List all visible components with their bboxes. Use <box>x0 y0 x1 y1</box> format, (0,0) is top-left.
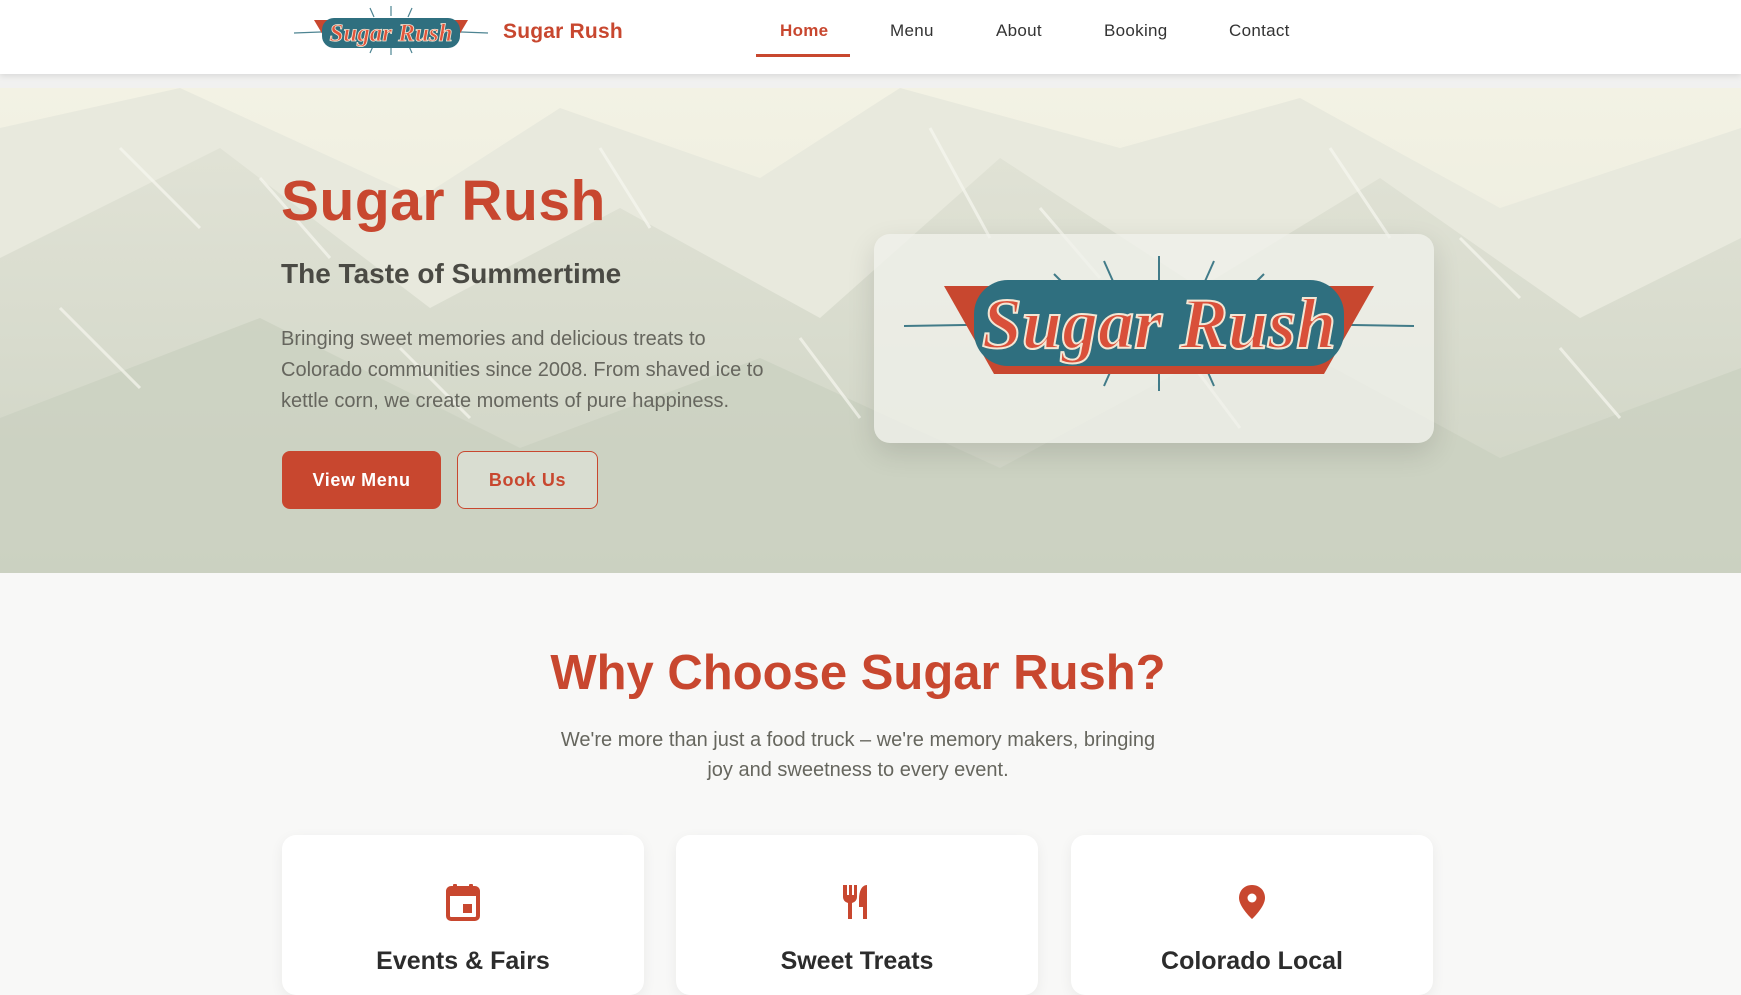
sugar-rush-logo: Sugar Rush <box>904 256 1414 391</box>
brand-name[interactable]: Sugar Rush <box>503 20 623 44</box>
feature-card-local: Colorado Local <box>1071 835 1433 995</box>
utensils-icon <box>842 885 867 919</box>
hero-subtitle: The Taste of Summertime <box>281 258 622 289</box>
nav-about[interactable]: About <box>996 21 1042 57</box>
svg-text:Sugar Rush: Sugar Rush <box>982 284 1336 364</box>
card-title: Sweet Treats <box>780 947 934 975</box>
nav-booking[interactable]: Booking <box>1104 21 1168 57</box>
active-nav-indicator <box>756 54 850 57</box>
site-header: Sugar Rush Sugar Rush Home Menu About Bo… <box>0 0 1741 74</box>
nav-menu[interactable]: Menu <box>890 21 934 57</box>
why-section-title: Why Choose Sugar Rush? <box>550 646 1166 700</box>
card-title: Colorado Local <box>1161 947 1343 975</box>
hero-title: Sugar Rush <box>281 169 606 233</box>
feature-card-events: Events & Fairs <box>282 835 644 995</box>
brand-logo[interactable]: Sugar Rush <box>292 4 490 56</box>
hero-logo-card: Sugar Rush <box>874 234 1434 443</box>
svg-text:Sugar Rush: Sugar Rush <box>330 20 453 47</box>
map-pin-icon <box>1239 885 1265 919</box>
feature-card-treats: Sweet Treats <box>676 835 1038 995</box>
book-us-button[interactable]: Book Us <box>457 451 598 509</box>
nav-contact[interactable]: Contact <box>1229 21 1290 57</box>
mountain-background-image <box>0 88 1741 573</box>
header-divider <box>0 74 1741 88</box>
nav-home[interactable]: Home <box>780 21 828 57</box>
view-menu-button[interactable]: View Menu <box>282 451 441 509</box>
why-section-description: We're more than just a food truck – we'r… <box>560 729 1156 781</box>
hero-description: Bringing sweet memories and delicious tr… <box>281 328 764 412</box>
hero-section: Sugar Rush The Taste of Summertime Bring… <box>0 88 1741 573</box>
calendar-icon <box>446 884 480 921</box>
card-title: Events & Fairs <box>376 947 550 975</box>
